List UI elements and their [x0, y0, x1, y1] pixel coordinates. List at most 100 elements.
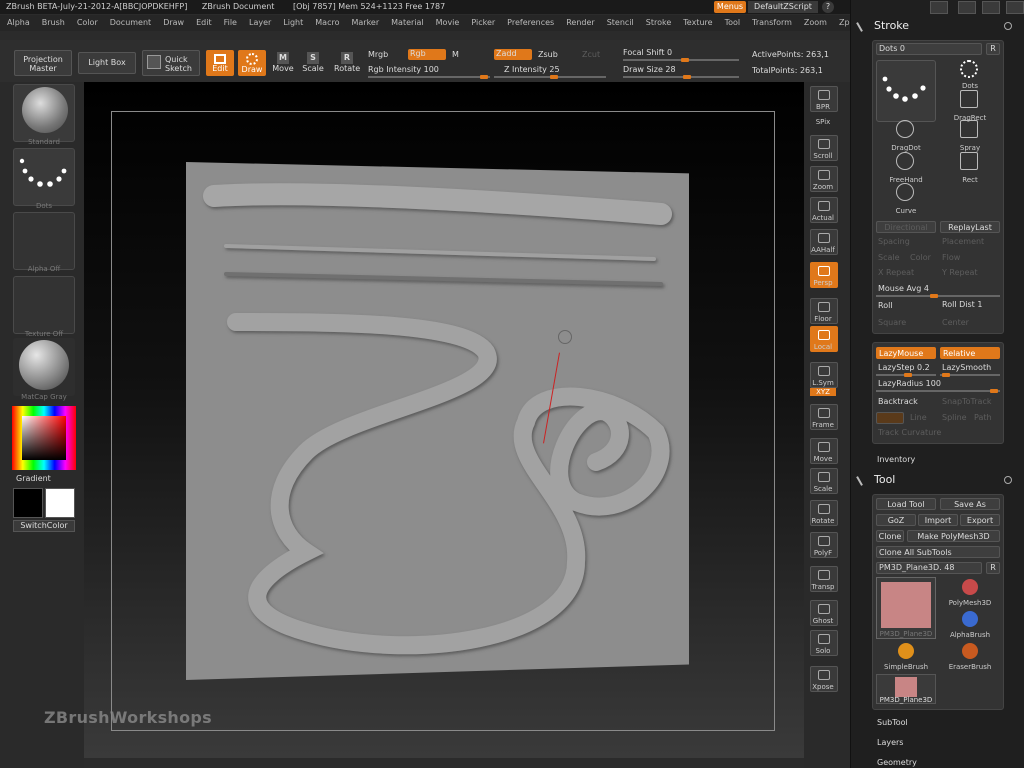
z-intensity-track[interactable]: [494, 75, 606, 79]
menu-transform[interactable]: Transform: [752, 15, 792, 31]
y-repeat-slider[interactable]: Y Repeat: [942, 268, 978, 277]
stroke-freehand-icon[interactable]: [896, 152, 914, 170]
menu-light[interactable]: Light: [283, 15, 303, 31]
lazy-step-track[interactable]: [876, 373, 936, 377]
geometry-subpalette[interactable]: Geometry: [877, 758, 917, 767]
minimize-icon[interactable]: [958, 1, 976, 14]
rgb-toggle[interactable]: Rgb: [408, 49, 446, 60]
texture-thumbnail[interactable]: [13, 276, 75, 334]
menu-preferences[interactable]: Preferences: [507, 15, 554, 31]
scale-slider[interactable]: Scale: [878, 253, 900, 262]
x-repeat-slider[interactable]: X Repeat: [878, 268, 914, 277]
spline-button[interactable]: Spline: [942, 413, 967, 422]
brush-thumbnail[interactable]: [13, 84, 75, 142]
menu-tool[interactable]: Tool: [725, 15, 741, 31]
menu-zoom[interactable]: Zoom: [804, 15, 827, 31]
dots-slider[interactable]: Dots 0: [876, 43, 982, 55]
roll-button[interactable]: Roll: [878, 301, 893, 310]
tool-palette-close-icon[interactable]: [1004, 476, 1012, 484]
menus-button[interactable]: Menus: [714, 1, 746, 13]
menu-file[interactable]: File: [224, 15, 237, 31]
menu-macro[interactable]: Macro: [315, 15, 339, 31]
color-picker[interactable]: [12, 406, 76, 470]
menu-draw[interactable]: Draw: [163, 15, 184, 31]
inventory-subpalette[interactable]: Inventory: [877, 455, 915, 464]
current-tool-slider[interactable]: PM3D_Plane3D. 48: [876, 562, 982, 574]
alpha-thumbnail[interactable]: [13, 212, 75, 270]
spix-label[interactable]: SPix: [804, 118, 842, 126]
z-intensity-slider[interactable]: Z Intensity 25: [504, 65, 560, 74]
export-button[interactable]: Export: [960, 514, 1000, 526]
menu-layer[interactable]: Layer: [249, 15, 271, 31]
secondary-color-swatch[interactable]: [45, 488, 75, 518]
small-tool-thumb[interactable]: PM3D_Plane3D: [876, 674, 936, 704]
lazy-smooth-slider[interactable]: LazySmooth: [942, 363, 991, 372]
lazy-smooth-track[interactable]: [940, 373, 1000, 377]
menu-document[interactable]: Document: [110, 15, 151, 31]
clone-button[interactable]: Clone: [876, 530, 904, 542]
placement-slider[interactable]: Placement: [942, 237, 984, 246]
switch-color-button[interactable]: SwitchColor: [13, 520, 75, 532]
m-toggle[interactable]: M: [452, 50, 459, 59]
directional-button[interactable]: Directional: [876, 221, 936, 233]
edit-button[interactable]: Edit: [206, 50, 234, 76]
zsub-toggle[interactable]: Zsub: [538, 50, 558, 59]
line-button[interactable]: Line: [910, 413, 927, 422]
subtool-subpalette[interactable]: SubTool: [877, 718, 908, 727]
stroke-dragdot-icon[interactable]: [896, 120, 914, 138]
focal-shift-track[interactable]: [623, 58, 739, 62]
import-button[interactable]: Import: [918, 514, 958, 526]
polymesh3d-icon[interactable]: [962, 579, 978, 595]
gradient-label[interactable]: Gradient: [16, 474, 51, 483]
spacing-slider[interactable]: Spacing: [878, 237, 910, 246]
flow-slider[interactable]: Flow: [942, 253, 960, 262]
zadd-toggle[interactable]: Zadd: [494, 49, 532, 60]
alphabrush-icon[interactable]: [962, 611, 978, 627]
square-button[interactable]: Square: [878, 318, 906, 327]
menu-render[interactable]: Render: [566, 15, 594, 31]
menu-stroke[interactable]: Stroke: [646, 15, 672, 31]
lazy-step-slider[interactable]: LazyStep 0.2: [878, 363, 930, 372]
replay-last-button[interactable]: ReplayLast: [940, 221, 1000, 233]
menu-brush[interactable]: Brush: [42, 15, 65, 31]
center-button[interactable]: Center: [942, 318, 969, 327]
scale-button[interactable]: S Scale: [302, 52, 324, 73]
goz-button[interactable]: GoZ: [876, 514, 916, 526]
plane-button[interactable]: Plane: [876, 412, 904, 424]
projection-master-button[interactable]: Projection Master: [14, 50, 72, 76]
menu-zplugin[interactable]: Zplugin: [839, 15, 850, 31]
main-color-swatch[interactable]: [13, 488, 43, 518]
path-button[interactable]: Path: [974, 413, 992, 422]
stroke-current-thumb[interactable]: [876, 60, 936, 122]
simplebrush-icon[interactable]: [898, 643, 914, 659]
mouse-avg-slider[interactable]: Mouse Avg 4: [878, 284, 929, 293]
menu-texture[interactable]: Texture: [683, 15, 712, 31]
help-icon[interactable]: ?: [822, 1, 834, 13]
eraserbrush-icon[interactable]: [962, 643, 978, 659]
stroke-dragrect-icon[interactable]: [960, 90, 978, 108]
rgb-intensity-slider[interactable]: Rgb Intensity 100: [368, 65, 439, 74]
restore-icon[interactable]: [982, 1, 1000, 14]
rgb-intensity-track[interactable]: [368, 75, 490, 79]
zcut-toggle[interactable]: Zcut: [582, 50, 600, 59]
menu-marker[interactable]: Marker: [351, 15, 379, 31]
save-as-button[interactable]: Save As: [940, 498, 1000, 510]
menu-picker[interactable]: Picker: [471, 15, 495, 31]
color-slider[interactable]: Color: [910, 253, 931, 262]
menu-alpha[interactable]: Alpha: [7, 15, 30, 31]
default-zscript-button[interactable]: DefaultZScript: [748, 1, 818, 13]
tool-palette-title[interactable]: Tool: [874, 473, 895, 486]
stroke-spray-icon[interactable]: [960, 120, 978, 138]
dots-reset-button[interactable]: R: [986, 43, 1000, 55]
mrgb-toggle[interactable]: Mrgb: [368, 50, 388, 59]
clone-all-subtools-button[interactable]: Clone All SubTools: [876, 546, 1000, 558]
menu-edit[interactable]: Edit: [196, 15, 212, 31]
close-icon[interactable]: [1006, 1, 1024, 14]
roll-dist-slider[interactable]: Roll Dist 1: [942, 300, 982, 309]
lazy-mouse-button[interactable]: LazyMouse: [876, 347, 936, 359]
load-tool-button[interactable]: Load Tool: [876, 498, 936, 510]
track-curvature-slider[interactable]: Track Curvature: [878, 428, 941, 437]
make-polymesh-button[interactable]: Make PolyMesh3D: [907, 530, 1000, 542]
stroke-rect-icon[interactable]: [960, 152, 978, 170]
relative-button[interactable]: Relative: [940, 347, 1000, 359]
